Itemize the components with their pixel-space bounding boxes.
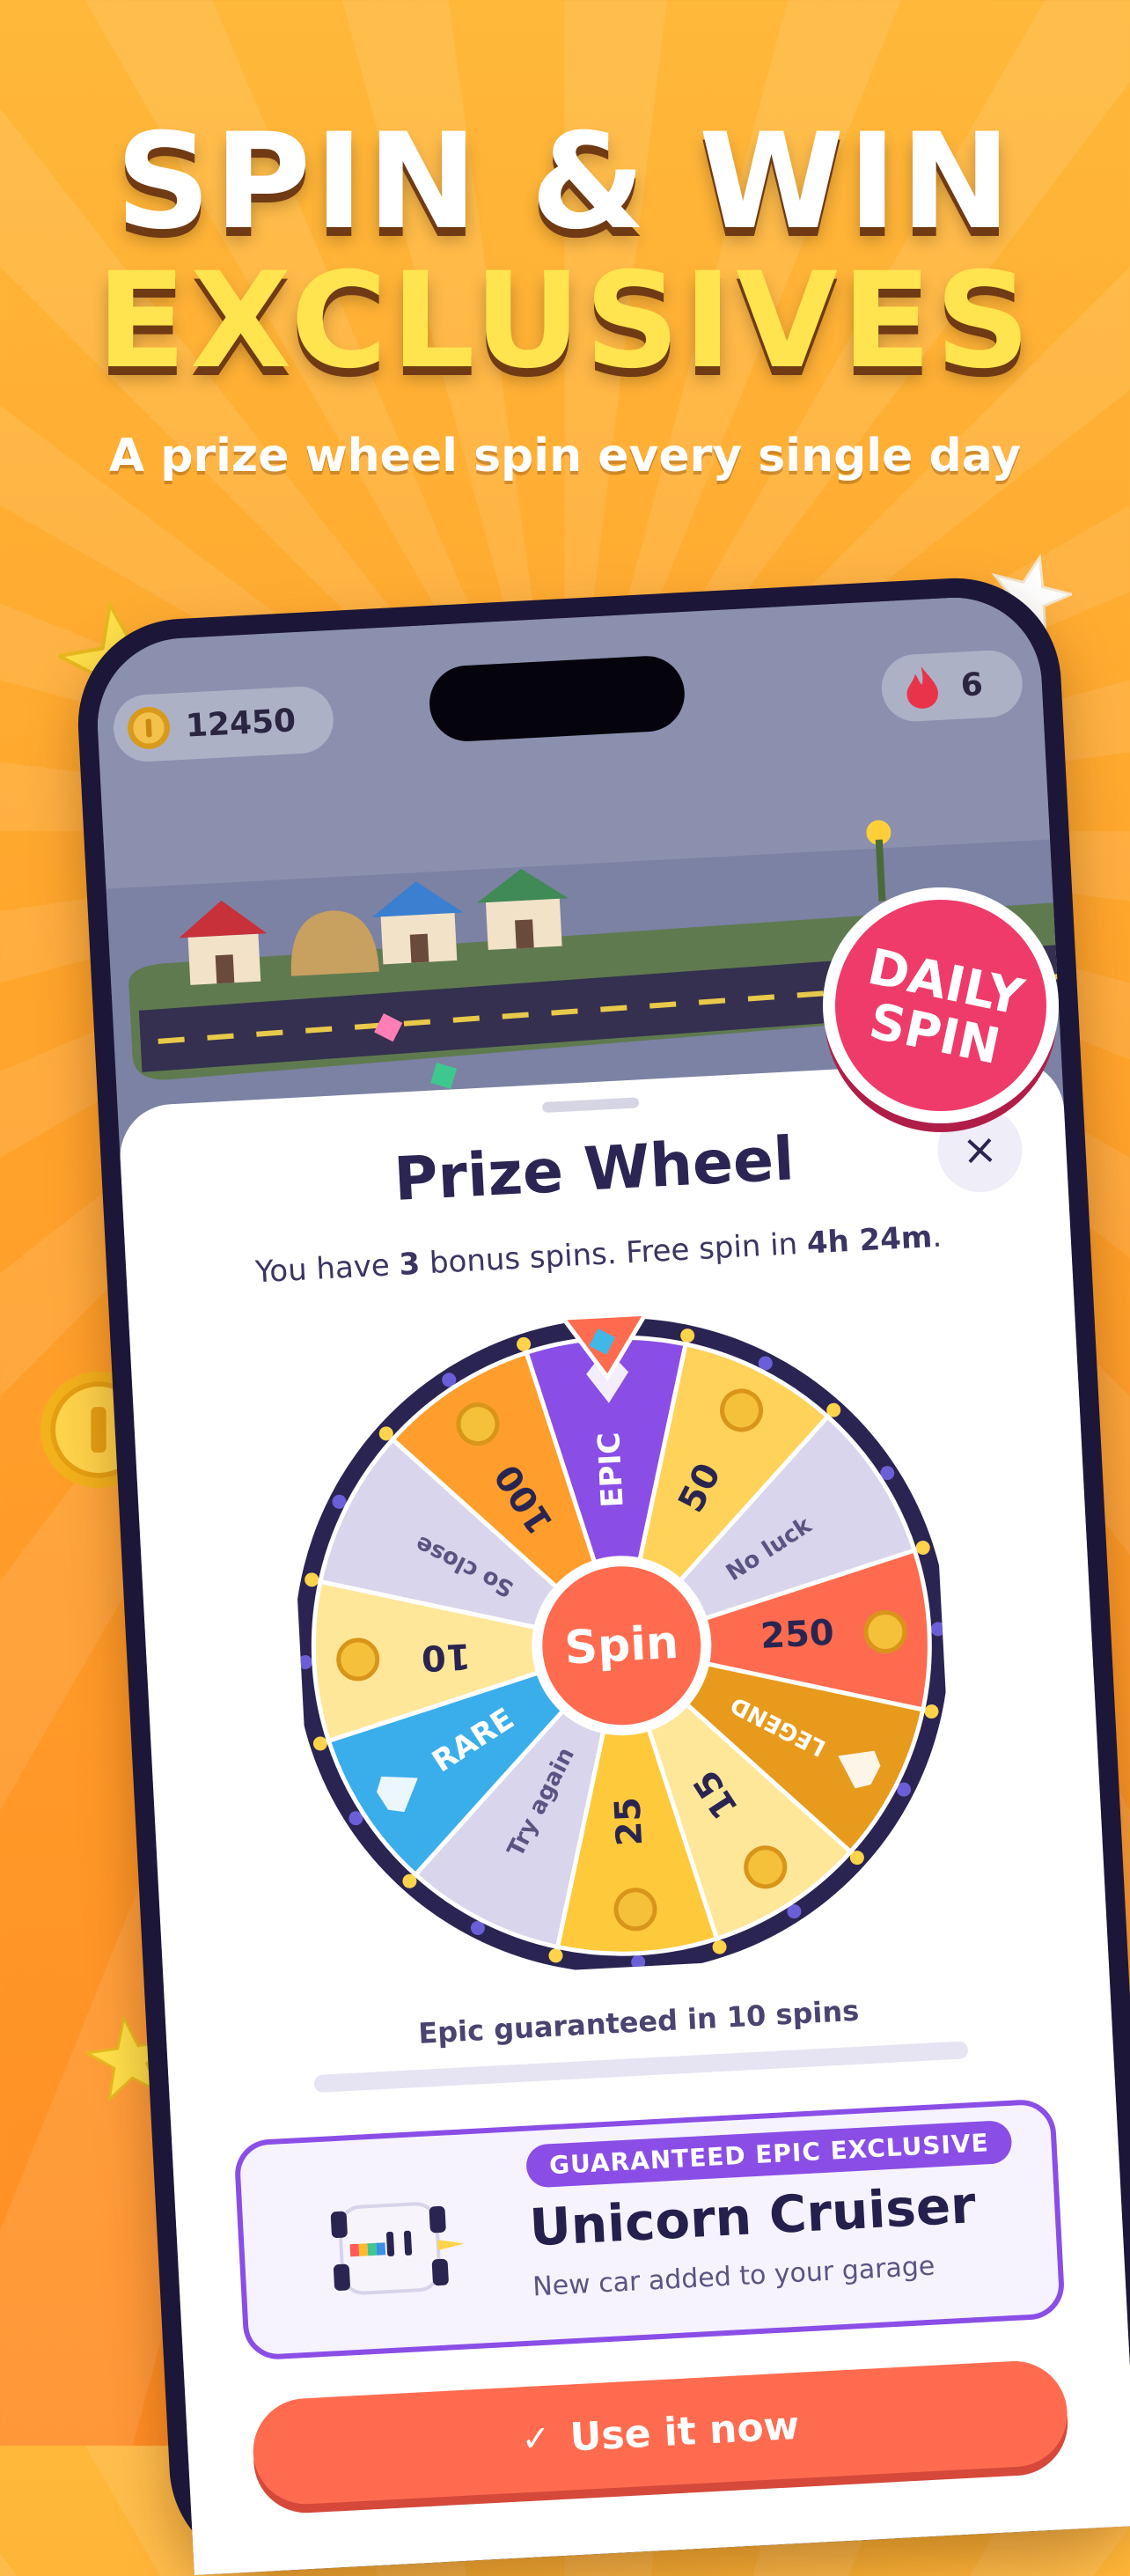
streak-count: 6 xyxy=(959,666,984,704)
epic-progress-label: Epic guaranteed in 10 spins xyxy=(417,1993,861,2050)
coin-icon xyxy=(336,1638,380,1682)
bonus-spins-count: 3 xyxy=(398,1246,422,1283)
reward-description: New car added to your garage xyxy=(532,2250,936,2303)
coin-icon xyxy=(613,1888,657,1932)
coin-icon xyxy=(128,706,170,749)
wheel-segment-label: EPIC xyxy=(591,1432,630,1509)
unicorn-car-icon xyxy=(330,2202,465,2295)
promo-subtitle: A prize wheel spin every single day xyxy=(108,430,1022,482)
free-spin-timer: 4h 24m xyxy=(805,1219,934,1262)
sheet-handle[interactable] xyxy=(541,1097,640,1114)
dynamic-island xyxy=(427,654,686,744)
headline-line1: SPIN & WIN xyxy=(115,106,1015,259)
epic-progress-fill xyxy=(313,2075,315,2094)
flame-icon xyxy=(906,666,938,709)
spins-info: You have 3 bonus spins. Free spin in 4h … xyxy=(254,1218,943,1291)
use-it-now-label: Use it now xyxy=(569,2403,801,2460)
phone-mockup: 12450 6 × Prize Wheel You have 3 bonus s… xyxy=(72,572,1130,2576)
daily-spin-badge: DAILY SPIN xyxy=(823,887,1059,1132)
reward-card[interactable]: GUARANTEED EPIC EXCLUSIVE Unicorn Cruise… xyxy=(233,2098,1066,2361)
streak-counter[interactable]: 6 xyxy=(879,648,1024,724)
coin-count: 12450 xyxy=(184,702,297,745)
wheel-segment-label: 25 xyxy=(607,1796,650,1847)
headline-line2: EXCLUSIVES xyxy=(96,245,1034,398)
wheel-segment-label: 10 xyxy=(421,1635,472,1678)
spin-button-label[interactable]: Spin xyxy=(563,1616,679,1675)
spins-left: 10 xyxy=(725,1998,767,2035)
check-icon: ✓ xyxy=(520,2418,552,2461)
coin-balance[interactable]: 12450 xyxy=(112,684,335,763)
use-it-now-button[interactable]: ✓ Use it now xyxy=(250,2358,1070,2507)
prize-wheel-sheet: × Prize Wheel You have 3 bonus spins. Fr… xyxy=(117,1057,1130,2576)
wheel-segment-label: 250 xyxy=(759,1613,835,1657)
prize-wheel[interactable]: EPIC 50No luck250LEGEND1525Try againRARE1… xyxy=(282,1282,959,1984)
coin-icon xyxy=(863,1610,907,1654)
reward-title: Unicorn Cruiser xyxy=(528,2175,978,2258)
